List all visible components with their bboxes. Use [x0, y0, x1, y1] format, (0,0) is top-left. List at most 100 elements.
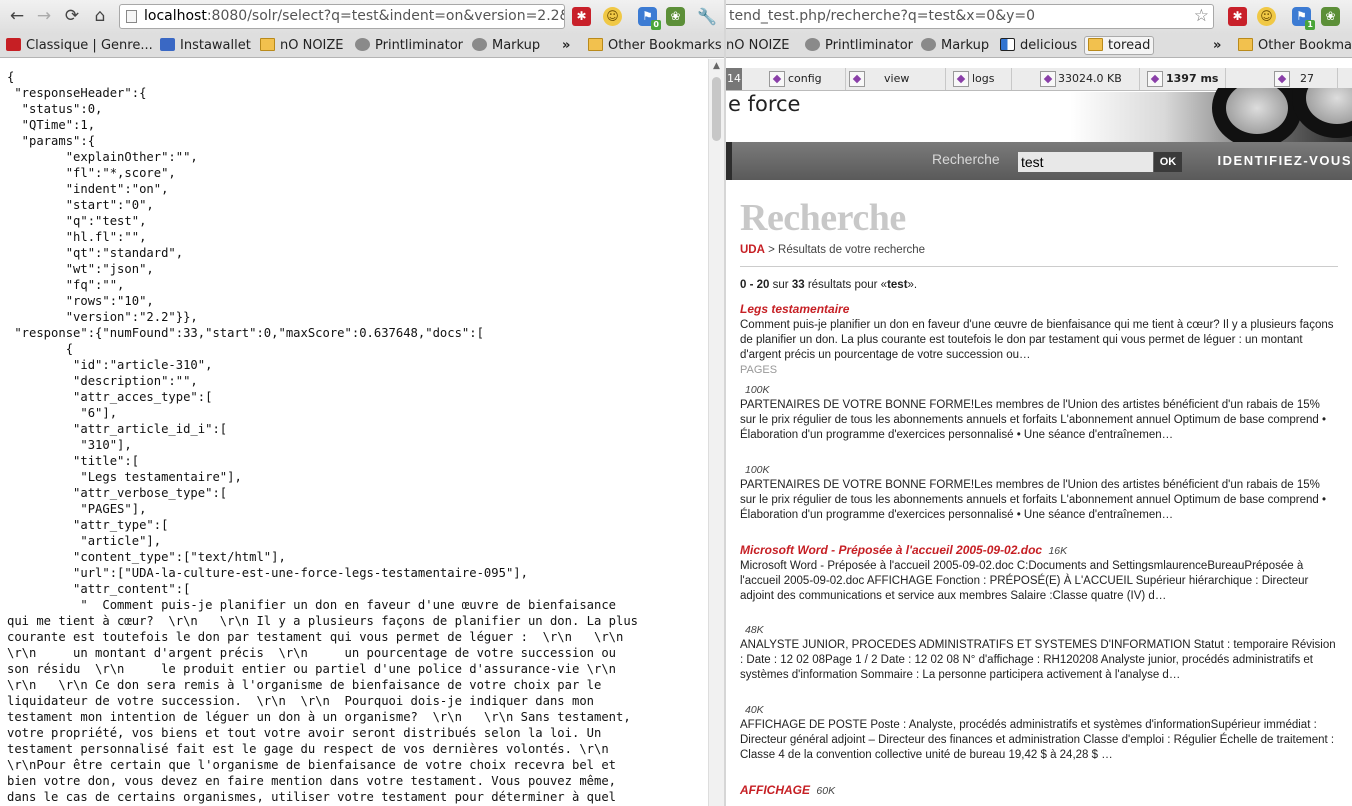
bookmark-markup[interactable]: Markup [472, 37, 540, 54]
json-response-text: { "responseHeader":{ "status":0, "QTime"… [7, 70, 639, 804]
result-title-link[interactable]: Legs testamentaire [740, 302, 849, 316]
result-snippet[interactable]: PARTENAIRES DE VOTRE BONNE FORME!Les mem… [740, 478, 1338, 523]
bookmark-no-noize[interactable]: nO NOIZE [260, 37, 344, 54]
debug-time-icon [1147, 71, 1163, 87]
result-text: résultats pour « [807, 279, 888, 291]
debug-toolbar-first[interactable]: 14 [726, 68, 742, 90]
bookmark-label: nO NOIZE [280, 38, 344, 53]
result-snippet[interactable]: PARTENAIRES DE VOTRE BONNE FORME!Les mem… [740, 398, 1338, 443]
divider [740, 266, 1338, 267]
debug-label: 1397 ms [1166, 72, 1219, 85]
result-item: 100K PARTENAIRES DE VOTRE BONNE FORME!Le… [740, 383, 1338, 463]
bookmark-label: Classique | Genre... [26, 38, 153, 53]
wrench-icon[interactable]: 🔧 [697, 7, 717, 26]
bookmark-label: Printliminator [825, 38, 914, 53]
result-count: 0 - 20 sur 33 résultats pour «test». [740, 279, 1338, 291]
login-link[interactable]: IDENTIFIEZ-VOUS [1218, 153, 1352, 168]
search-results-page: Recherche UDA > Résultats de votre reche… [740, 196, 1338, 799]
site-search-bar: Recherche OK IDENTIFIEZ-VOUS [732, 142, 1352, 180]
debug-view[interactable]: view [846, 68, 946, 90]
reload-button[interactable]: ⟳ [61, 5, 83, 27]
url-host: localhost [144, 8, 207, 24]
breadcrumb-home-link[interactable]: UDA [740, 244, 765, 256]
right-toolbar: tend_test.php/recherche?q=test&x=0&y=0 ☆… [726, 0, 1352, 34]
result-total: 33 [791, 279, 805, 291]
scrollbar-thumb[interactable] [712, 77, 721, 141]
bookmark-printliminator[interactable]: Printliminator [805, 37, 913, 54]
bookmarks-overflow-button[interactable]: » [562, 37, 570, 54]
bookmark-label: delicious [1020, 38, 1078, 53]
vertical-scrollbar[interactable]: ▲ [708, 59, 724, 806]
bookmark-delicious[interactable]: delicious [1000, 37, 1077, 54]
back-button[interactable]: ← [6, 5, 28, 27]
result-item: 48K ANALYSTE JUNIOR, PROCEDES ADMINISTRA… [740, 623, 1338, 703]
result-size: 48K [745, 624, 764, 636]
result-size: 60K [816, 785, 836, 797]
bookmarks-overflow-button[interactable]: » [1213, 37, 1221, 54]
forward-button[interactable]: → [33, 5, 55, 27]
debug-queries[interactable]: 27 [1228, 68, 1338, 90]
result-size: 100K [745, 384, 770, 396]
bookmark-label: Instawallet [180, 38, 251, 53]
bookmark-markup[interactable]: Markup [921, 37, 989, 54]
bookmark-classique[interactable]: Classique | Genre... [6, 37, 153, 54]
address-bar[interactable]: tend_test.php/recherche?q=test&x=0&y=0 ☆ [726, 4, 1214, 29]
address-bar[interactable]: localhost:8080/solr/select?q=test&indent… [119, 4, 565, 29]
debug-logs-icon [953, 71, 969, 87]
extension-smiley-icon[interactable]: ☺ [603, 7, 622, 26]
extension-flag-icon[interactable]: ⚑ 1 [1292, 7, 1315, 30]
folder-icon [588, 38, 603, 51]
debug-memory: 33024.0 KB [1016, 68, 1140, 90]
result-end: ». [907, 279, 918, 291]
result-size: 16K [1048, 545, 1068, 557]
search-ok-button[interactable]: OK [1154, 152, 1182, 172]
result-snippet: Comment puis-je planifier un don en fave… [740, 319, 1334, 361]
debug-label: config [788, 72, 822, 85]
bookmark-printliminator[interactable]: Printliminator [355, 37, 463, 54]
other-bookmarks[interactable]: Other Bookmarks [588, 37, 722, 54]
result-item: 100K PARTENAIRES DE VOTRE BONNE FORME!Le… [740, 463, 1338, 543]
extension-red-icon[interactable]: ✱ [572, 7, 591, 26]
result-snippet[interactable]: AFFICHAGE DE POSTE Poste : Analyste, pro… [740, 718, 1338, 763]
debug-db-icon [1274, 71, 1290, 87]
extension-flag-icon[interactable]: ⚑ 0 [638, 7, 661, 30]
bookmark-no-noize[interactable]: nO NOIZE [726, 37, 790, 54]
right-bookmarks-bar: nO NOIZE Printliminator Markup delicious… [726, 34, 1352, 58]
debug-label: 27 [1300, 72, 1314, 85]
globe-icon [472, 38, 487, 51]
result-title-link[interactable]: AFFICHAGE [740, 783, 810, 797]
result-title-link[interactable]: Microsoft Word - Préposée à l'accueil 20… [740, 543, 1042, 557]
extension-smiley-icon[interactable]: ☺ [1257, 7, 1276, 26]
bookmark-instawallet[interactable]: Instawallet [160, 37, 251, 54]
bookmark-label: Other Bookmarks [608, 38, 722, 53]
bookmark-toread[interactable]: toread [1084, 36, 1155, 55]
debug-memory-icon [1040, 71, 1056, 87]
banner-title: e force [728, 92, 801, 116]
debug-label: 33024.0 KB [1058, 72, 1122, 85]
search-input[interactable] [1018, 152, 1153, 172]
result-query: test [887, 279, 908, 291]
debug-view-icon [849, 71, 865, 87]
debug-label: logs [972, 72, 995, 85]
home-button[interactable]: ⌂ [89, 5, 111, 27]
bookmark-label: Markup [941, 38, 990, 53]
result-item: 40K AFFICHAGE DE POSTE Poste : Analyste,… [740, 703, 1338, 783]
debug-config[interactable]: config [766, 68, 846, 90]
extension-red-icon[interactable]: ✱ [1228, 7, 1247, 26]
bookmark-star-icon[interactable]: ☆ [1194, 5, 1209, 28]
breadcrumb-current: Résultats de votre recherche [778, 244, 926, 256]
scroll-up-icon[interactable]: ▲ [709, 61, 724, 71]
other-bookmarks[interactable]: Other Bookmar [1238, 37, 1352, 54]
breadcrumb: UDA > Résultats de votre recherche [740, 244, 1338, 256]
folder-icon [1238, 38, 1253, 51]
url-path: :8080/solr/select?q=test&indent=on&versi… [206, 8, 564, 24]
left-toolbar: ← → ⟳ ⌂ localhost:8080/solr/select?q=tes… [0, 0, 724, 34]
site-banner: e force [726, 88, 1352, 148]
result-sur: sur [772, 279, 789, 291]
debug-logs[interactable]: logs [950, 68, 1012, 90]
bookmark-label: Markup [492, 38, 541, 53]
evernote-icon[interactable]: ❀ [666, 7, 685, 26]
uda-icon [6, 38, 21, 51]
result-snippet[interactable]: ANALYSTE JUNIOR, PROCEDES ADMINISTRATIFS… [740, 638, 1338, 683]
evernote-icon[interactable]: ❀ [1321, 7, 1340, 26]
